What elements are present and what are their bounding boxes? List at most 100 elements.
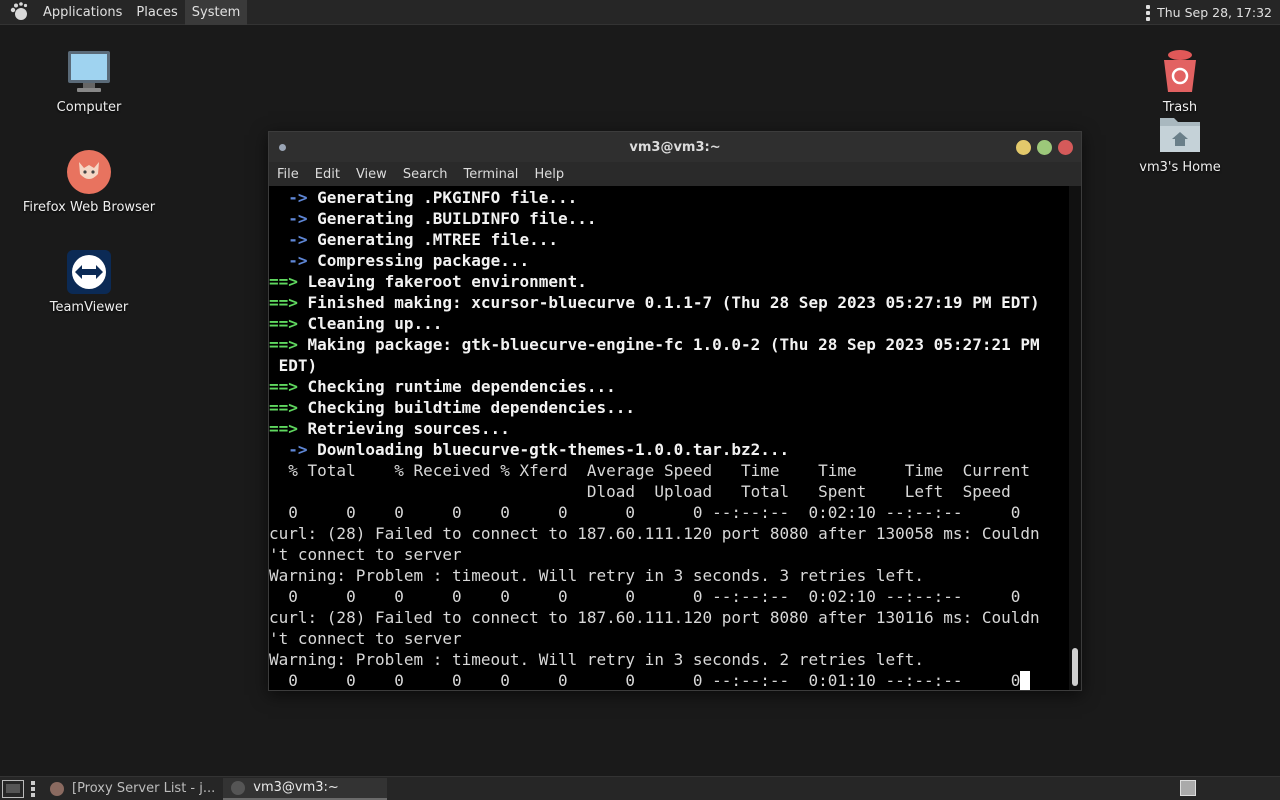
minimize-button[interactable] [1016, 140, 1031, 155]
terminal-line: curl: (28) Failed to connect to 187.60.1… [269, 523, 1069, 544]
menu-edit[interactable]: Edit [307, 167, 348, 182]
terminal-output[interactable]: -> Generating .PKGINFO file... -> Genera… [269, 186, 1069, 690]
line-text: Generating .BUILDINFO file... [317, 209, 597, 228]
terminal-scrollbar[interactable] [1069, 186, 1081, 690]
line-text: Warning: Problem : timeout. Will retry i… [269, 566, 925, 585]
taskbar-item-label: vm3@vm3:~ [253, 780, 339, 795]
clock[interactable]: Thu Sep 28, 17:32 [1157, 5, 1272, 20]
scrollbar-thumb[interactable] [1072, 648, 1078, 686]
terminal-line: -> Generating .MTREE file... [269, 229, 1069, 250]
terminal-line: ==> Finished making: xcursor-bluecurve 0… [269, 292, 1069, 313]
line-prefix: -> [269, 188, 318, 207]
desktop-icon-home[interactable]: vm3's Home [1105, 108, 1255, 175]
desktop-icon-label: Computer [56, 100, 122, 115]
line-prefix: ==> [269, 419, 308, 438]
desktop-icon-label: TeamViewer [49, 300, 129, 315]
line-prefix: -> [269, 209, 318, 228]
panel-handle-icon [30, 780, 36, 797]
terminal-line: -> Generating .BUILDINFO file... [269, 208, 1069, 229]
line-text: 0 0 0 0 0 0 0 0 --:--:-- 0:02:10 --:--:-… [269, 503, 1021, 522]
line-prefix: -> [269, 251, 318, 270]
desktop-icon-computer[interactable]: Computer [14, 48, 164, 115]
line-text: Leaving fakeroot environment. [307, 272, 587, 291]
line-text: Making package: gtk-bluecurve-engine-fc … [307, 335, 1040, 354]
line-text: Dload Upload Total Spent Left Speed [269, 482, 1011, 501]
desktop-icon-teamviewer[interactable]: TeamViewer [14, 248, 164, 315]
line-text: Checking runtime dependencies... [307, 377, 616, 396]
terminal-line: % Total % Received % Xferd Average Speed… [269, 460, 1069, 481]
workspace-switcher[interactable] [1180, 780, 1196, 796]
terminal-line: 0 0 0 0 0 0 0 0 --:--:-- 0:02:10 --:--:-… [269, 586, 1069, 607]
line-prefix: ==> [269, 377, 308, 396]
desktop-icon-label: vm3's Home [1139, 160, 1221, 175]
menu-file[interactable]: File [269, 167, 307, 182]
window-titlebar[interactable]: vm3@vm3:~ [269, 132, 1081, 162]
top-panel: Applications Places System Thu Sep 28, 1… [0, 0, 1280, 25]
terminal-line: -> Downloading bluecurve-gtk-themes-1.0.… [269, 439, 1069, 460]
menu-search[interactable]: Search [395, 167, 456, 182]
trash-icon [1156, 48, 1204, 96]
desktop-icon-firefox[interactable]: Firefox Web Browser [14, 148, 164, 215]
menu-view[interactable]: View [348, 167, 395, 182]
menu-places[interactable]: Places [129, 0, 184, 25]
desktop-icon-trash[interactable]: Trash [1105, 48, 1255, 115]
line-prefix: ==> [269, 272, 308, 291]
terminal-line: 't connect to server [269, 544, 1069, 565]
terminal-line: ==> Leaving fakeroot environment. [269, 271, 1069, 292]
maximize-button[interactable] [1037, 140, 1052, 155]
menu-help[interactable]: Help [526, 167, 572, 182]
terminal-line: -> Compressing package... [269, 250, 1069, 271]
computer-icon [65, 48, 113, 96]
line-prefix: ==> [269, 335, 308, 354]
line-text: Generating .PKGINFO file... [317, 188, 578, 207]
taskbar-item-label: [Proxy Server List - j... [72, 781, 216, 796]
window-controls [1016, 140, 1073, 155]
gnome-foot-icon[interactable] [8, 1, 30, 23]
terminal-small-icon [231, 780, 246, 795]
line-text: Finished making: xcursor-bluecurve 0.1.1… [307, 293, 1040, 312]
terminal-menubar: File Edit View Search Terminal Help [269, 162, 1081, 186]
line-prefix: -> [269, 440, 318, 459]
line-text: Downloading bluecurve-gtk-themes-1.0.0.t… [317, 440, 790, 459]
taskbar-item-proxy[interactable]: [Proxy Server List - j... [42, 778, 223, 800]
terminal-line: ==> Checking buildtime dependencies... [269, 397, 1069, 418]
terminal-line: -> Generating .PKGINFO file... [269, 187, 1069, 208]
line-text: Generating .MTREE file... [317, 230, 558, 249]
menu-system[interactable]: System [184, 0, 248, 25]
show-desktop-icon[interactable] [2, 779, 24, 798]
desktop-icon-label: Firefox Web Browser [22, 200, 156, 215]
teamviewer-icon [65, 248, 113, 296]
line-prefix: -> [269, 230, 318, 249]
firefox-small-icon [50, 781, 64, 796]
terminal-line: EDT) [269, 355, 1069, 376]
bottom-panel: [Proxy Server List - j... vm3@vm3:~ [0, 776, 1280, 800]
line-text: 't connect to server [269, 629, 462, 648]
terminal-line: Warning: Problem : timeout. Will retry i… [269, 649, 1069, 670]
home-folder-icon [1156, 108, 1204, 156]
terminal-line: 't connect to server [269, 628, 1069, 649]
close-button[interactable] [1058, 140, 1073, 155]
terminal-line: Warning: Problem : timeout. Will retry i… [269, 565, 1069, 586]
window-title: vm3@vm3:~ [629, 139, 721, 155]
terminal-line: 0 0 0 0 0 0 0 0 --:--:-- 0:01:10 --:--:-… [269, 670, 1069, 690]
text-cursor [1020, 671, 1031, 690]
terminal-window[interactable]: vm3@vm3:~ File Edit View Search Terminal… [268, 131, 1082, 691]
window-menu-icon[interactable] [279, 144, 286, 151]
line-prefix: ==> [269, 314, 308, 333]
line-text: EDT) [269, 356, 318, 375]
line-text: Warning: Problem : timeout. Will retry i… [269, 650, 925, 669]
terminal-line: 0 0 0 0 0 0 0 0 --:--:-- 0:02:10 --:--:-… [269, 502, 1069, 523]
line-text: curl: (28) Failed to connect to 187.60.1… [269, 608, 1040, 627]
line-text: Checking buildtime dependencies... [307, 398, 636, 417]
terminal-line: ==> Cleaning up... [269, 313, 1069, 334]
line-text: % Total % Received % Xferd Average Speed… [269, 461, 1030, 480]
menu-applications[interactable]: Applications [36, 0, 129, 25]
firefox-icon [65, 148, 113, 196]
line-text: Compressing package... [317, 251, 530, 270]
line-text: 0 0 0 0 0 0 0 0 --:--:-- 0:02:10 --:--:-… [269, 587, 1021, 606]
menu-terminal[interactable]: Terminal [455, 167, 526, 182]
taskbar-item-terminal[interactable]: vm3@vm3:~ [223, 777, 388, 800]
line-prefix: ==> [269, 293, 308, 312]
line-text: Cleaning up... [307, 314, 443, 333]
panel-handle-icon [1145, 4, 1151, 21]
